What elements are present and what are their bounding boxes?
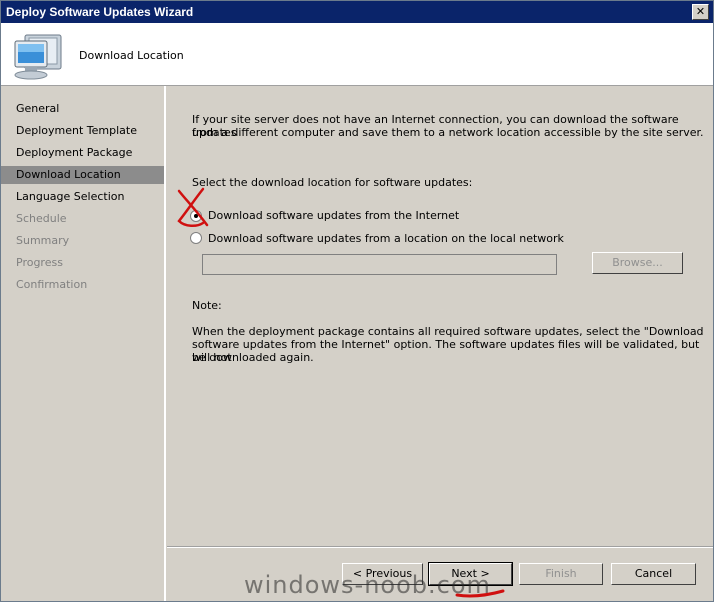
- radio-local-network[interactable]: [190, 232, 202, 244]
- cancel-button[interactable]: Cancel: [611, 563, 696, 585]
- wizard-header: Download Location: [1, 23, 713, 86]
- sidebar-item-general[interactable]: General: [1, 100, 164, 118]
- option-local-network-label[interactable]: Download software updates from a locatio…: [208, 232, 564, 245]
- red-underline-mark-icon: [455, 589, 505, 598]
- finish-button: Finish: [519, 563, 603, 585]
- close-icon: ✕: [695, 5, 706, 18]
- note-label: Note:: [192, 299, 222, 312]
- option-internet-label[interactable]: Download software updates from the Inter…: [208, 209, 459, 222]
- sidebar-item-language-selection[interactable]: Language Selection: [1, 188, 164, 206]
- page-title: Download Location: [79, 49, 184, 62]
- select-location-label: Select the download location for softwar…: [192, 176, 473, 189]
- note-text-line-1: When the deployment package contains all…: [192, 325, 704, 338]
- sidebar-item-summary: Summary: [16, 234, 70, 247]
- sidebar-item-confirmation: Confirmation: [16, 278, 88, 291]
- note-text-line-3: be downloaded again.: [192, 351, 314, 364]
- sidebar-item-deployment-template[interactable]: Deployment Template: [1, 122, 164, 140]
- footer-separator: [167, 546, 713, 548]
- red-x-mark-icon: [177, 187, 209, 227]
- wizard-sidebar: General Deployment Template Deployment P…: [1, 86, 166, 601]
- sidebar-item-deployment-package[interactable]: Deployment Package: [1, 144, 164, 162]
- title-bar[interactable]: Deploy Software Updates Wizard ✕: [1, 1, 713, 23]
- watermark: windows-noob.com: [244, 571, 491, 599]
- network-path-input[interactable]: [202, 254, 557, 275]
- intro-text-line-2: from a different computer and save them …: [192, 126, 704, 139]
- sidebar-item-download-location[interactable]: Download Location: [1, 166, 164, 184]
- sidebar-item-progress: Progress: [16, 256, 63, 269]
- window-title: Deploy Software Updates Wizard: [6, 5, 194, 19]
- computer-icon: [14, 34, 62, 80]
- sidebar-item-schedule: Schedule: [16, 212, 67, 225]
- wizard-window: Deploy Software Updates Wizard ✕ Downloa…: [0, 0, 714, 602]
- browse-button[interactable]: Browse...: [592, 252, 683, 274]
- close-button[interactable]: ✕: [692, 4, 709, 20]
